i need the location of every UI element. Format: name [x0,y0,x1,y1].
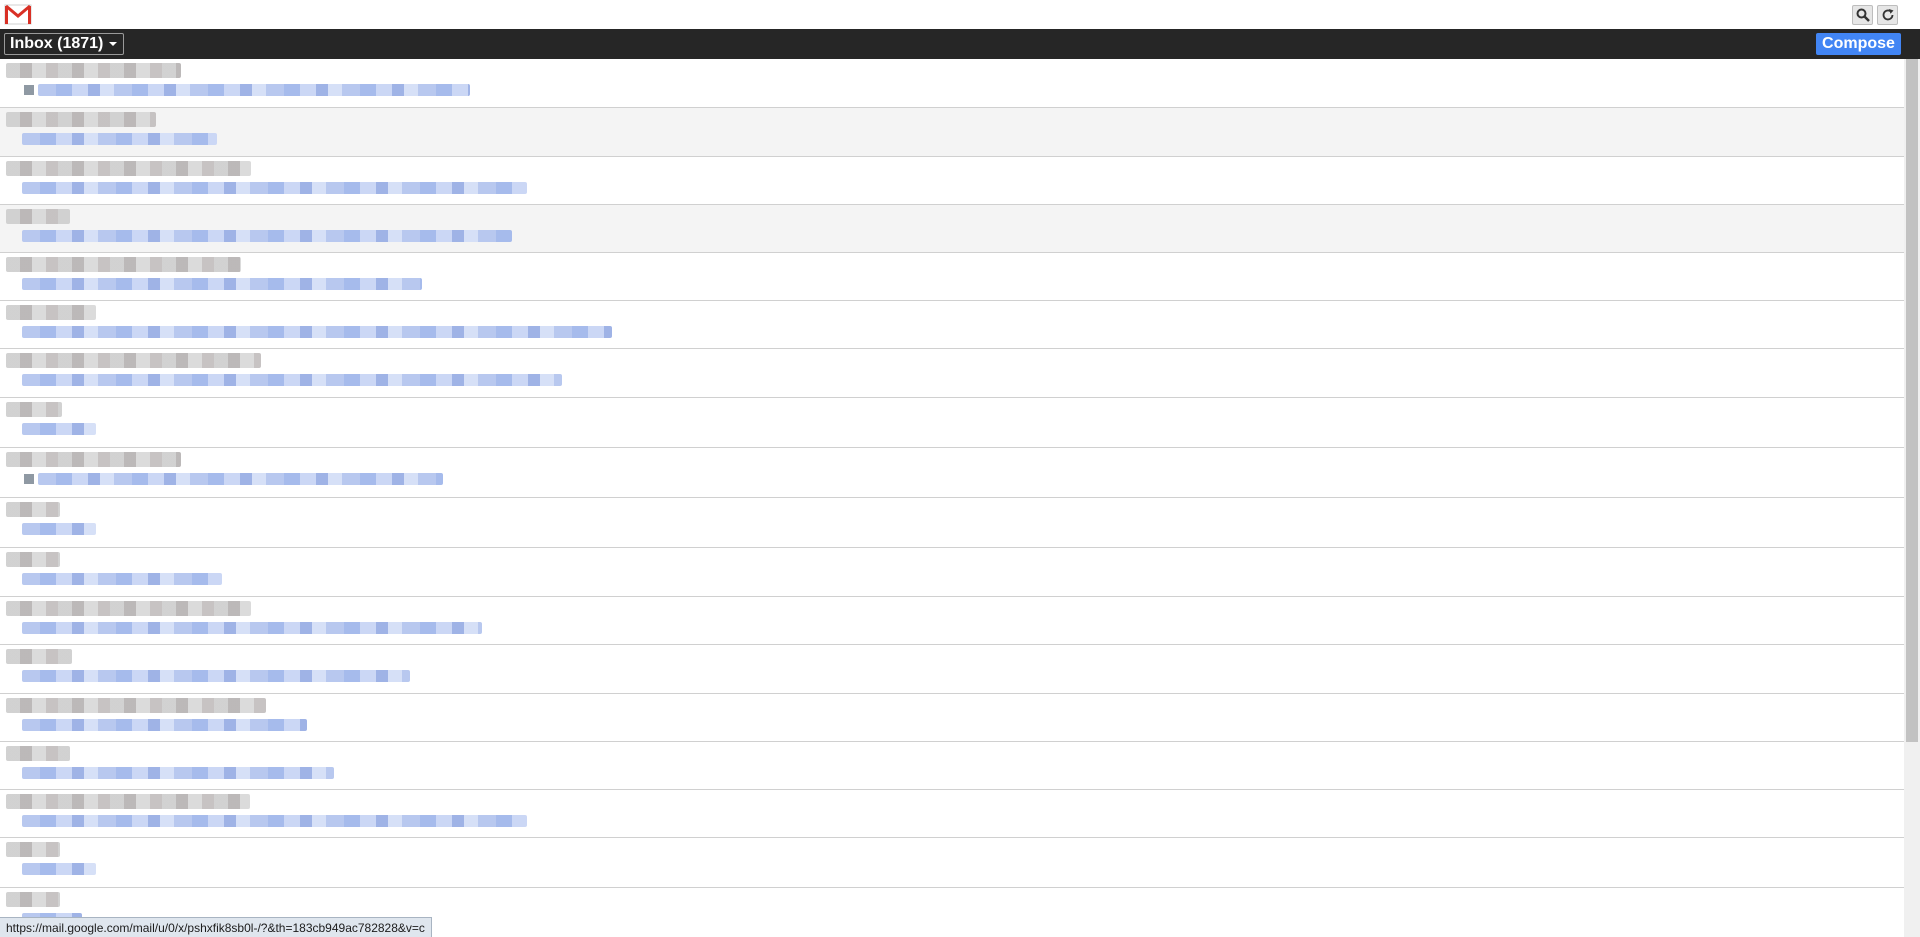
list-item[interactable] [0,498,1904,548]
list-item[interactable] [0,205,1904,253]
snippet-redacted [22,133,217,145]
sender-redacted [6,161,251,176]
sender-redacted [6,698,266,713]
sender-redacted [6,842,60,857]
list-item[interactable] [0,838,1904,888]
top-bar [0,0,1920,29]
snippet-redacted [22,230,512,242]
snippet-redacted [22,278,422,290]
sender-redacted [6,794,250,809]
snippet-redacted [22,815,527,827]
refresh-button[interactable] [1877,5,1898,25]
sender-redacted [6,892,60,907]
chevron-down-icon [109,42,118,46]
snippet-redacted [38,84,470,96]
message-list [0,59,1904,937]
snippet-redacted [22,374,562,386]
list-item[interactable] [0,742,1904,790]
inbox-label: Inbox (1871) [10,35,104,52]
inbox-dropdown[interactable]: Inbox (1871) [4,33,125,55]
sender-redacted [6,209,70,224]
sender-redacted [6,257,241,272]
list-item[interactable] [0,59,1904,108]
snippet-redacted [22,423,96,435]
sender-redacted [6,452,181,467]
attachment-icon [24,474,34,484]
list-item[interactable] [0,157,1904,205]
attachment-icon [24,85,34,95]
snippet-redacted [22,523,96,535]
snippet-redacted [22,622,482,634]
list-item[interactable] [0,694,1904,742]
vertical-scrollbar[interactable] [1904,59,1920,937]
snippet-redacted [22,326,612,338]
compose-button[interactable]: Compose [1816,33,1901,55]
sender-redacted [6,502,60,517]
list-item[interactable] [0,597,1904,645]
sender-redacted [6,402,62,417]
snippet-redacted [38,473,443,485]
sender-redacted [6,601,251,616]
list-item[interactable] [0,548,1904,597]
snippet-redacted [22,767,334,779]
list-item[interactable] [0,349,1904,398]
sender-redacted [6,746,70,761]
scrollbar-thumb[interactable] [1906,59,1918,742]
list-item[interactable] [0,301,1904,349]
mail-header: Inbox (1871) Compose [0,29,1920,59]
list-item[interactable] [0,790,1904,838]
list-item[interactable] [0,448,1904,498]
list-item[interactable] [0,645,1904,694]
list-item[interactable] [0,108,1904,157]
snippet-redacted [22,719,307,731]
list-item[interactable] [0,253,1904,301]
sender-redacted [6,305,96,320]
sender-redacted [6,353,261,368]
sender-redacted [6,112,156,127]
sender-redacted [6,649,72,664]
snippet-redacted [22,573,222,585]
snippet-redacted [22,182,527,194]
snippet-redacted [22,670,410,682]
snippet-redacted [22,863,96,875]
refresh-icon [1882,9,1893,21]
list-item[interactable] [0,398,1904,448]
search-button[interactable] [1852,5,1873,25]
search-icon [1856,8,1870,22]
status-bar-url: https://mail.google.com/mail/u/0/x/pshxf… [0,917,432,937]
sender-redacted [6,552,60,567]
sender-redacted [6,63,181,78]
gmail-logo-icon[interactable] [4,3,32,25]
